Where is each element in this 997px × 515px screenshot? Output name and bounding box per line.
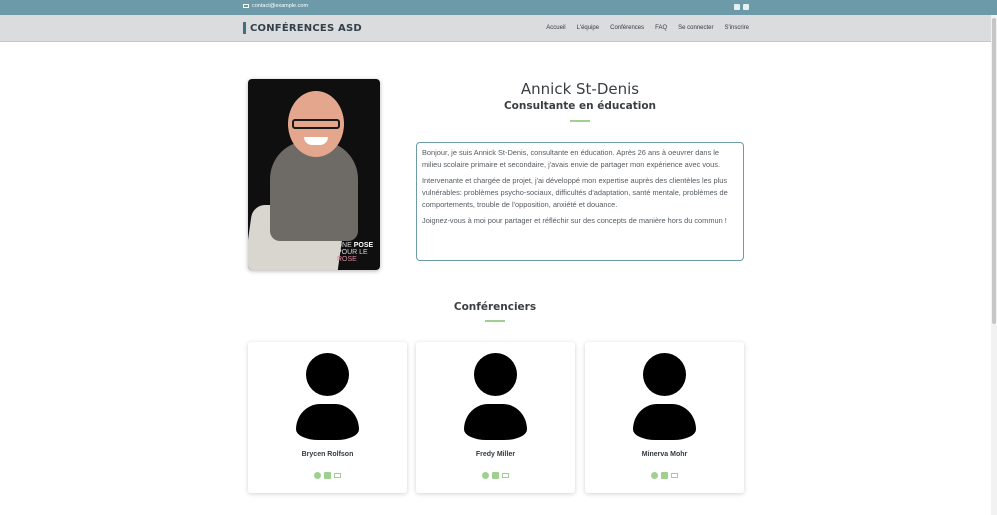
linkedin-icon[interactable] [492, 472, 499, 479]
navbar: CONFÉRENCES ASD Accueil L'équipe Confére… [0, 15, 997, 42]
scrollbar-thumb[interactable] [992, 18, 996, 324]
brand-name: CONFÉRENCES ASD [250, 22, 362, 34]
facebook-icon[interactable] [734, 4, 740, 10]
speaker-name: Brycen Rolfson [301, 451, 354, 458]
topbar-social [734, 4, 749, 10]
photo-glasses [292, 119, 340, 129]
facebook-icon[interactable] [651, 472, 658, 479]
nav-link-login[interactable]: Se connecter [678, 25, 713, 31]
nav-link-faq[interactable]: FAQ [655, 25, 667, 31]
nav-link-equipe[interactable]: L'équipe [577, 25, 600, 31]
main-nav: Accueil L'équipe Conférences FAQ Se conn… [546, 25, 749, 31]
envelope-icon[interactable] [334, 473, 341, 478]
profile-photo: UNE POSE POUR LE ROSE [248, 79, 380, 270]
speakers-title: Conférenciers [453, 301, 537, 313]
avatar-placeholder-icon [633, 353, 696, 441]
bio-paragraph: Joignez-vous à moi pour partager et réfl… [422, 216, 727, 225]
topbar-email-link[interactable]: contact@example.com [243, 3, 308, 9]
avatar-placeholder-icon [296, 353, 359, 441]
topbar: contact@example.com [0, 0, 997, 15]
speaker-card[interactable]: Fredy Miller [416, 342, 575, 493]
linkedin-icon[interactable] [324, 472, 331, 479]
envelope-icon[interactable] [671, 473, 678, 478]
speaker-social [416, 472, 575, 479]
linkedin-icon[interactable] [743, 4, 749, 10]
envelope-icon[interactable] [502, 473, 509, 478]
brand-logo[interactable]: CONFÉRENCES ASD [243, 22, 362, 34]
envelope-icon [243, 4, 249, 8]
speaker-card[interactable]: Minerva Mohr [585, 342, 744, 493]
avatar-placeholder-icon [464, 353, 527, 441]
speaker-social [248, 472, 407, 479]
nav-link-accueil[interactable]: Accueil [546, 25, 565, 31]
bio-paragraph: Intervenante et chargée de projet, j'ai … [422, 176, 728, 209]
facebook-icon[interactable] [314, 472, 321, 479]
profile-name: Annick St-Denis [520, 80, 640, 98]
page: contact@example.com CONFÉRENCES ASD Accu… [0, 0, 997, 515]
profile-role: Consultante en éducation [503, 100, 657, 112]
speakers-divider [485, 320, 505, 322]
photo-watermark: UNE POSE POUR LE ROSE [337, 242, 374, 263]
nav-link-conferences[interactable]: Conférences [610, 25, 644, 31]
linkedin-icon[interactable] [661, 472, 668, 479]
brand-accent-bar [243, 22, 246, 34]
nav-link-signup[interactable]: S'inscrire [725, 25, 749, 31]
bio-paragraph: Bonjour, je suis Annick St-Denis, consul… [422, 148, 721, 169]
speaker-card[interactable]: Brycen Rolfson [248, 342, 407, 493]
heading-divider [570, 120, 590, 122]
topbar-email-text: contact@example.com [252, 3, 309, 9]
speaker-name: Fredy Miller [475, 451, 516, 458]
profile-bio: Bonjour, je suis Annick St-Denis, consul… [416, 142, 744, 261]
facebook-icon[interactable] [482, 472, 489, 479]
speaker-name: Minerva Mohr [641, 451, 688, 458]
speaker-social [585, 472, 744, 479]
